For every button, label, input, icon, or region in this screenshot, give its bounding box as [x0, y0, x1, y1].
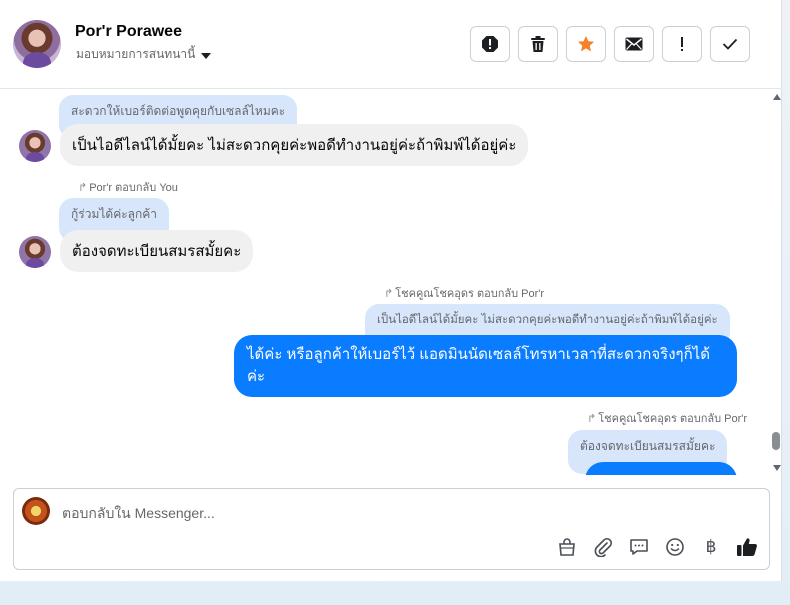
- exclamation-icon: [681, 37, 683, 51]
- shopping-bag-icon[interactable]: [555, 535, 579, 559]
- sender-avatar: [19, 130, 51, 162]
- caret-down-icon: [201, 52, 212, 59]
- outgoing-message[interactable]: ได้ค่ะ หรือลูกค้าให้เบอร์ไว้ แอดมินนัดเซ…: [234, 335, 737, 397]
- emoji-icon[interactable]: [663, 535, 687, 559]
- outgoing-message-line: ค่ะ: [247, 368, 266, 385]
- delete-button[interactable]: [518, 26, 558, 62]
- trash-icon: [531, 36, 545, 52]
- envelope-icon: [625, 37, 643, 51]
- check-icon: [722, 38, 738, 50]
- thread-scrollbar[interactable]: [770, 90, 782, 475]
- conversation-panel: Por'r Porawee มอบหมายการสนทนานี้ สะดวกให…: [0, 0, 782, 581]
- incoming-message[interactable]: ต้องจดทะเบียนสมรสมั้ยคะ: [60, 230, 254, 272]
- reply-input[interactable]: [62, 503, 662, 523]
- mark-done-button[interactable]: [710, 26, 750, 62]
- reply-meta: ↱ โชคคูณโชคอุดร ตอบกลับ Por'r: [384, 284, 544, 302]
- star-button[interactable]: [566, 26, 606, 62]
- assign-label: มอบหมายการสนทนานี้: [76, 47, 196, 61]
- quick-reply-icon[interactable]: [627, 535, 651, 559]
- reply-meta: ↱ โชคคูณโชคอุดร ตอบกลับ Por'r: [587, 409, 747, 427]
- follow-up-button[interactable]: [662, 26, 702, 62]
- contact-name[interactable]: Por'r Porawee: [75, 23, 182, 41]
- sender-avatar: [19, 236, 51, 268]
- reply-meta-text: โชคคูณโชคอุดร ตอบกลับ Por'r: [395, 288, 545, 300]
- reply-meta-text: Por'r ตอบกลับ You: [89, 182, 178, 194]
- star-icon: [578, 36, 594, 52]
- incoming-message[interactable]: เป็นไอดีไลน์ได้มั้ยคะ ไม่สะดวกคุยค่ะพอดี…: [60, 124, 529, 166]
- alert-circle-icon: [482, 36, 498, 52]
- reply-arrow-icon: ↱: [384, 287, 394, 300]
- contact-avatar[interactable]: [13, 20, 61, 68]
- conversation-toolbar: [470, 26, 750, 62]
- reply-arrow-icon: ↱: [78, 181, 88, 194]
- paperclip-icon[interactable]: [591, 535, 615, 559]
- baht-icon[interactable]: ฿: [699, 535, 723, 559]
- composer-actions: ฿: [555, 535, 759, 559]
- reply-meta: ↱ Por'r ตอบกลับ You: [78, 178, 178, 196]
- outgoing-message-line: ได้ค่ะ หรือลูกค้าให้เบอร์ไว้ แอดมินนัดเซ…: [247, 346, 710, 363]
- assign-conversation-dropdown[interactable]: มอบหมายการสนทนานี้: [76, 45, 212, 64]
- scroll-down-arrow-icon[interactable]: [773, 465, 781, 471]
- thumbs-up-icon[interactable]: [735, 535, 759, 559]
- message-thread[interactable]: สะดวกให้เบอร์ติดต่อพูดคุยกับเซลล์ไหมคะ เ…: [0, 90, 782, 475]
- reply-meta-text: โชคคูณโชคอุดร ตอบกลับ Por'r: [598, 413, 748, 425]
- scrollbar-thumb[interactable]: [772, 432, 780, 450]
- scroll-up-arrow-icon[interactable]: [773, 94, 781, 100]
- conversation-header: Por'r Porawee มอบหมายการสนทนานี้: [0, 0, 782, 89]
- mark-spam-button[interactable]: [470, 26, 510, 62]
- page-avatar: [22, 497, 50, 525]
- reply-arrow-icon: ↱: [587, 412, 597, 425]
- mark-unread-button[interactable]: [614, 26, 654, 62]
- message-composer: ฿: [13, 488, 770, 570]
- outgoing-message-partial[interactable]: [585, 462, 737, 475]
